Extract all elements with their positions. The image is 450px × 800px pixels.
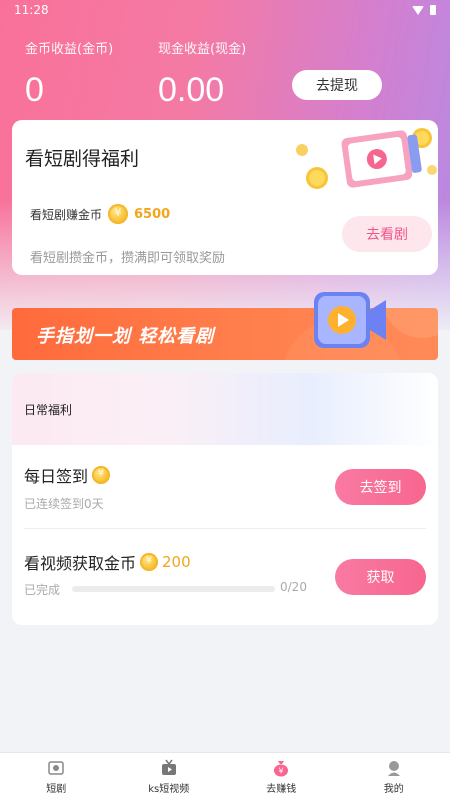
- coin-icon: [140, 553, 159, 571]
- checkin-task-title: 每日签到: [24, 463, 111, 487]
- cash-earnings-label: 现金收益(现金): [158, 42, 247, 57]
- daily-title: 日常福利: [24, 403, 73, 417]
- nav-item-ks-video[interactable]: ks短视频: [113, 753, 226, 800]
- watch-drama-button[interactable]: 去看剧: [342, 216, 432, 252]
- status-bar: 11:28: [0, 0, 450, 20]
- play-camera-icon: [314, 292, 386, 348]
- cash-earnings: 现金收益(现金) 0.00: [158, 38, 246, 110]
- nav-label-ks-video: ks短视频: [148, 783, 190, 795]
- nav-label-profile: 我的: [383, 783, 404, 795]
- drama-card-title: 看短剧得福利: [25, 148, 140, 170]
- wifi-icon: [412, 5, 424, 15]
- video-task-reward: 200: [162, 553, 191, 571]
- video-task-title-text: 看视频获取金币: [24, 554, 137, 573]
- nav-label-earn: 去赚钱: [266, 783, 297, 795]
- drama-icon: [48, 760, 64, 775]
- cash-earnings-value: 0.00: [158, 71, 225, 109]
- checkin-subtitle: 已连续签到0天: [24, 497, 104, 511]
- money-bag-icon: ¥: [274, 760, 289, 776]
- daily-header: [12, 373, 438, 445]
- coin-earnings: 金币收益(金币) 0: [25, 38, 113, 110]
- drama-reward-row: 看短剧赚金币 6500: [30, 204, 170, 224]
- tv-illustration-icon: [296, 128, 437, 189]
- video-task-title: 看视频获取金币 200: [24, 550, 191, 574]
- drama-reward-amount: 6500: [134, 206, 171, 222]
- nav-item-earn[interactable]: ¥ 去赚钱: [225, 753, 338, 800]
- checkin-button[interactable]: 去签到: [335, 469, 426, 505]
- video-task-progress: [72, 586, 275, 592]
- status-time: 11:28: [14, 3, 49, 17]
- bottom-nav: 短剧 ks短视频 ¥ 去赚钱 我的: [0, 752, 450, 800]
- tv-icon: [161, 759, 176, 775]
- task-divider: [24, 528, 426, 529]
- battery-icon: [430, 5, 436, 15]
- coin-earnings-label: 金币收益(金币): [25, 42, 114, 57]
- drama-reward-card: 看短剧得福利 看短剧赚金币 6500 去看剧 看短剧攒金币，攒满即可领取奖励: [12, 120, 438, 275]
- coin-earnings-value: 0: [25, 71, 44, 109]
- coin-icon: [92, 466, 111, 484]
- video-task-status: 已完成: [24, 583, 61, 597]
- withdraw-button[interactable]: 去提现: [292, 70, 382, 100]
- drama-reward-label: 看短剧赚金币: [30, 207, 103, 222]
- video-task-progress-text: 0/20: [280, 580, 307, 594]
- nav-label-drama: 短剧: [46, 783, 67, 795]
- drama-card-note: 看短剧攒金币，攒满即可领取奖励: [30, 251, 226, 266]
- nav-item-profile[interactable]: 我的: [338, 753, 450, 800]
- checkin-title-text: 每日签到: [24, 467, 89, 486]
- banner-text: 手指划一划 轻松看剧: [36, 326, 215, 347]
- profile-icon: [387, 760, 400, 776]
- coin-icon: [108, 204, 129, 224]
- svg-text:¥: ¥: [279, 766, 284, 775]
- status-icons: [412, 5, 436, 15]
- daily-benefits-card: 日常福利 每日签到 已连续签到0天 去签到 看视频获取金币 200 已完成 0/…: [12, 373, 438, 625]
- get-coins-button[interactable]: 获取: [335, 559, 426, 595]
- nav-item-drama[interactable]: 短剧: [0, 753, 113, 800]
